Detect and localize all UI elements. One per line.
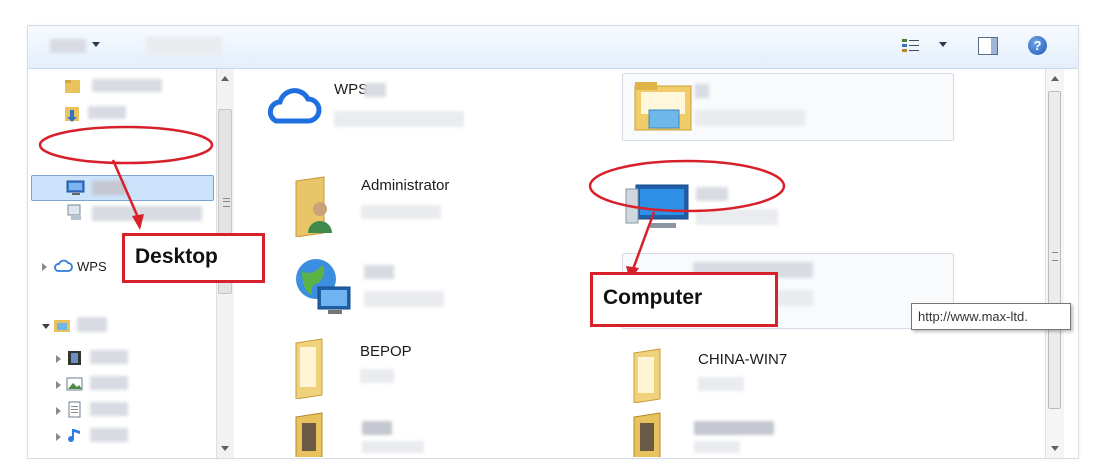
views-chevron-down-icon[interactable] <box>939 42 947 47</box>
pictures-icon <box>66 377 83 391</box>
wps-cloud-icon <box>267 88 322 124</box>
list-item[interactable] <box>294 257 534 319</box>
documents-icon <box>68 401 81 418</box>
desktop-icon <box>66 180 85 195</box>
toolbar-action-button[interactable] <box>146 37 222 55</box>
list-item[interactable] <box>622 73 954 141</box>
computer-callout: Computer <box>590 272 778 327</box>
nav-item-desktop[interactable] <box>66 177 206 201</box>
computer-icon <box>625 184 689 228</box>
nav-item-documents[interactable] <box>66 399 166 423</box>
command-bar: ? <box>28 26 1078 69</box>
videos-icon <box>68 351 81 365</box>
item-name: Administrator <box>361 177 450 194</box>
library-folder-icon <box>634 82 692 131</box>
expand-documents-icon[interactable] <box>56 407 61 415</box>
list-item[interactable] <box>632 407 872 457</box>
music-icon <box>68 429 80 443</box>
expand-videos-icon[interactable] <box>56 355 61 363</box>
nav-wps-label: WPS <box>77 259 107 274</box>
list-item[interactable]: BEPOP <box>294 337 534 399</box>
url-tooltip: http://www.max-ltd. <box>911 303 1071 330</box>
nav-item-videos[interactable] <box>66 347 166 371</box>
folder-icon <box>65 80 80 93</box>
folder-icon <box>633 412 661 457</box>
nav-item-pictures[interactable] <box>66 373 166 397</box>
libraries-icon <box>54 320 70 332</box>
file-list-scrollbar-thumb[interactable] <box>1048 91 1061 409</box>
folder-icon <box>633 348 661 403</box>
nav-item-network-places[interactable] <box>66 202 216 226</box>
nav-item-folder[interactable] <box>64 75 204 99</box>
expand-wps-icon[interactable] <box>42 263 47 271</box>
file-list-scrollbar[interactable] <box>1045 69 1064 458</box>
list-item[interactable]: WPS <box>262 71 512 131</box>
network-icon <box>296 259 351 314</box>
collapse-libraries-icon[interactable] <box>42 324 50 329</box>
preview-pane-icon[interactable] <box>978 37 998 55</box>
view-options-icon[interactable] <box>902 38 920 54</box>
network-places-icon <box>67 204 81 220</box>
item-name: CHINA-WIN7 <box>698 351 788 368</box>
file-list: WPS Administrator BEPOP CHINA-WIN7 <box>234 69 1046 458</box>
list-item[interactable]: Administrator <box>294 175 534 237</box>
expand-music-icon[interactable] <box>56 433 61 441</box>
scroll-up-icon[interactable] <box>1051 76 1059 81</box>
scroll-down-icon[interactable] <box>1051 446 1059 451</box>
chevron-down-icon[interactable] <box>92 42 100 47</box>
expand-pictures-icon[interactable] <box>56 381 61 389</box>
computer-callout-label: Computer <box>603 286 703 309</box>
organize-button[interactable] <box>50 39 86 53</box>
desktop-callout-label: Desktop <box>135 245 218 268</box>
list-item[interactable] <box>624 179 924 235</box>
desktop-callout: Desktop <box>122 233 265 283</box>
scroll-up-icon[interactable] <box>221 76 229 81</box>
wps-cloud-icon <box>54 259 73 272</box>
item-name: BEPOP <box>360 343 412 360</box>
scroll-down-icon[interactable] <box>221 446 229 451</box>
nav-item-downloads[interactable] <box>64 102 204 126</box>
list-item[interactable]: CHINA-WIN7 <box>632 347 872 407</box>
folder-icon <box>295 338 323 399</box>
nav-item-music[interactable] <box>66 425 166 449</box>
nav-item-libraries[interactable] <box>53 314 153 338</box>
help-icon[interactable]: ? <box>1028 36 1047 55</box>
folder-icon <box>295 412 323 457</box>
user-folder-icon <box>295 176 332 237</box>
list-item[interactable] <box>294 407 534 457</box>
downloads-icon <box>65 107 79 122</box>
